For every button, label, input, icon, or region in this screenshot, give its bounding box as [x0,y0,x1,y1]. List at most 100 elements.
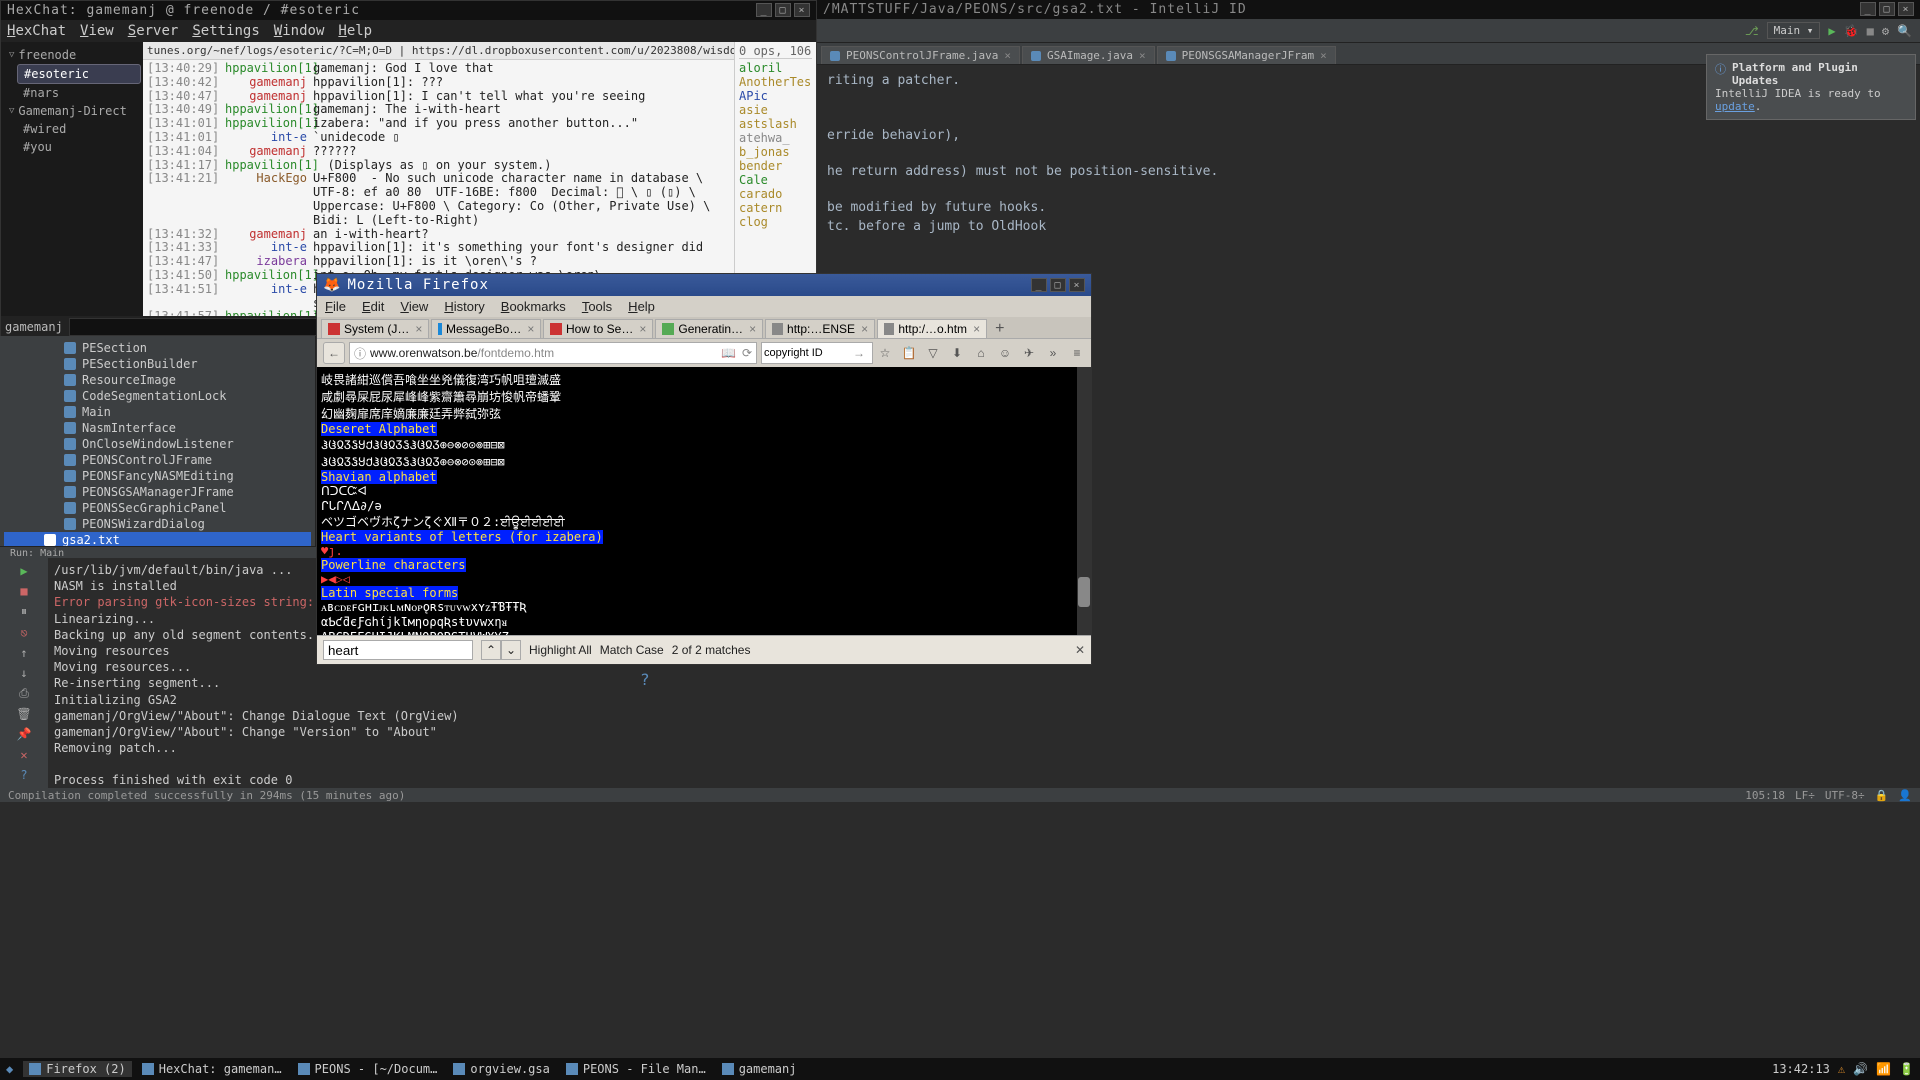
clipboard-icon[interactable]: 📋 [901,345,917,361]
project-tree-item[interactable]: PEONSControlJFrame [4,452,311,468]
editor-tab[interactable]: GSAImage.java× [1022,46,1155,64]
channel-item[interactable]: #esoteric [17,64,141,84]
inspector-icon[interactable]: 👤 [1898,789,1912,802]
menu-bookmarks[interactable]: Bookmarks [501,299,566,314]
menu-help[interactable]: Help [338,23,372,39]
tab-close-icon[interactable]: × [1139,49,1146,62]
nick-item[interactable]: asie [739,103,812,117]
channel-item[interactable]: #nars [17,84,141,102]
menu-hexchat[interactable]: HexChat [7,23,66,39]
tab-close-icon[interactable]: × [639,322,646,336]
print-icon[interactable]: ⎙ [16,686,32,701]
find-close-icon[interactable]: ✕ [1075,643,1085,657]
file-encoding[interactable]: UTF-8÷ [1825,789,1865,802]
menu-history[interactable]: History [444,299,484,314]
run-config-selector[interactable]: Main ▾ [1767,22,1821,39]
taskbar-item[interactable]: HexChat: gameman… [136,1061,288,1077]
project-tree-item[interactable]: PEONSGSAManagerJFrame [4,484,311,500]
update-link[interactable]: update [1715,100,1755,113]
project-tree-item[interactable]: PESection [4,340,311,356]
close-icon[interactable]: ✕ [16,748,32,762]
project-tree-item[interactable]: Main [4,404,311,420]
down-icon[interactable]: ↓ [16,666,32,680]
nick-item[interactable]: carado [739,187,812,201]
tab-close-icon[interactable]: × [861,322,868,336]
project-tree-item[interactable]: CodeSegmentationLock [4,388,311,404]
browser-tab[interactable]: How to Se…× [543,319,653,338]
debug-icon[interactable]: 🐞 [1844,24,1859,38]
menu-settings[interactable]: Settings [192,23,259,39]
tray-warn-icon[interactable]: ⚠ [1838,1062,1845,1076]
taskbar-item[interactable]: PEONS - [~/Docum… [292,1061,444,1077]
lock-icon[interactable]: 🔒 [1875,789,1889,802]
intellij-titlebar[interactable]: /MATTSTUFF/Java/PEONS/src/gsa2.txt - Int… [817,0,1920,19]
stop-icon[interactable]: ■ [1867,24,1874,38]
pocket-icon[interactable]: ▽ [925,345,941,361]
minimize-icon[interactable]: _ [1031,278,1047,292]
download-icon[interactable]: ⬇ [949,345,965,361]
project-tree-item[interactable]: ResourceImage [4,372,311,388]
nick-item[interactable]: clog [739,215,812,229]
close-icon[interactable]: × [794,3,810,17]
plane-icon[interactable]: ✈ [1021,345,1037,361]
caret-position[interactable]: 105:18 [1745,789,1785,802]
start-icon[interactable]: ◆ [6,1062,13,1076]
back-button[interactable]: ← [323,342,345,364]
clock[interactable]: 13:42:13 [1772,1062,1830,1076]
editor-tab[interactable]: PEONSControlJFrame.java× [821,46,1020,64]
smile-icon[interactable]: ☺ [997,345,1013,361]
menu-window[interactable]: Window [274,23,325,39]
new-tab-button[interactable]: + [989,320,1010,338]
taskbar-item[interactable]: gamemanj [716,1061,803,1077]
maximize-icon[interactable]: □ [1879,2,1895,16]
run-panel-header[interactable]: Run: Main [0,546,316,558]
pause-icon[interactable]: ⏸ [16,604,32,619]
highlight-all-toggle[interactable]: Highlight All [529,643,592,657]
server-node[interactable]: ▽ Gamemanj-Direct [3,102,141,120]
menu-file[interactable]: File [325,299,346,314]
menu-help[interactable]: Help [628,299,655,314]
tab-close-icon[interactable]: × [1004,49,1011,62]
channel-item[interactable]: #wired [17,120,141,138]
maximize-icon[interactable]: □ [1050,278,1066,292]
update-balloon[interactable]: ⓘ Platform and Plugin Updates IntelliJ I… [1706,54,1916,120]
menu-icon[interactable]: ≡ [1069,345,1085,361]
scrollbar-thumb[interactable] [1078,577,1090,607]
browser-tab[interactable]: System (J…× [321,319,429,338]
reload-icon[interactable]: ⟳ [742,346,752,360]
channel-item[interactable]: #you [17,138,141,156]
minimize-icon[interactable]: _ [756,3,772,17]
stop-icon[interactable]: ■ [16,584,32,598]
channel-topic[interactable]: tunes.org/~nef/logs/esoteric/?C=M;O=D | … [143,42,734,60]
rerun-icon[interactable]: ▶ [16,564,32,578]
close-icon[interactable]: × [1069,278,1085,292]
settings-icon[interactable]: ⚙ [1882,24,1889,38]
tab-close-icon[interactable]: × [973,322,980,336]
find-prev-button[interactable]: ⌃ [481,640,501,660]
project-tree-item[interactable]: PEONSWizardDialog [4,516,311,532]
project-tree-item[interactable]: PESectionBuilder [4,356,311,372]
firefox-titlebar[interactable]: 🦊 Mozilla Firefox _ □ × [317,274,1091,296]
menu-edit[interactable]: Edit [362,299,384,314]
find-input[interactable] [323,640,473,660]
search-icon[interactable]: 🔍 [1897,24,1912,38]
help-icon[interactable]: ? [16,768,32,782]
tab-close-icon[interactable]: × [749,322,756,336]
project-tree-item[interactable]: OnCloseWindowListener [4,436,311,452]
nick-item[interactable]: APic [739,89,812,103]
menu-tools[interactable]: Tools [582,299,612,314]
star-icon[interactable]: ☆ [877,345,893,361]
nick-item[interactable]: b_jonas [739,145,812,159]
project-tree-item[interactable]: NasmInterface [4,420,311,436]
server-node[interactable]: ▽ freenode [3,46,141,64]
exit-icon[interactable]: ⎋ [16,625,32,639]
tray-network-icon[interactable]: 📶 [1876,1062,1891,1076]
nick-item[interactable]: astslash [739,117,812,131]
page-content[interactable]: 岐畏諸紺巡償吾喰坐坐兇儀復湾巧帆咀璮滅盛咸劇尋屎屁尿犀峰峰紫齋簫尋崩坊悛帆帝蟠鞏… [317,367,1091,635]
nick-item[interactable]: catern [739,201,812,215]
nick-item[interactable]: AnotherTes [739,75,812,89]
browser-tab[interactable]: Generatin…× [655,319,763,338]
nick-item[interactable]: atehwa_ [739,131,812,145]
close-icon[interactable]: × [1898,2,1914,16]
taskbar-item[interactable]: Firefox (2) [23,1061,131,1077]
